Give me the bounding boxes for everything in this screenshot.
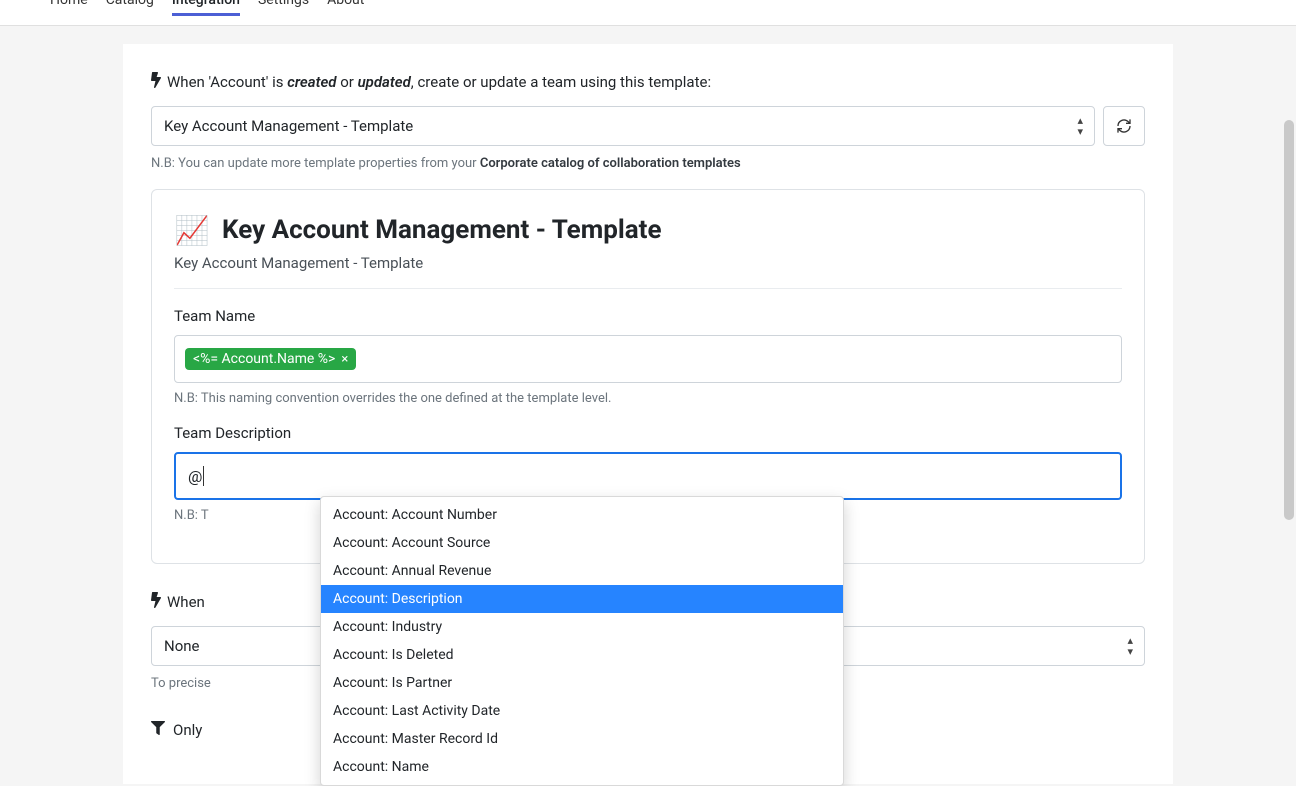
catalog-link[interactable]: Corporate catalog of collaboration templ… — [480, 156, 741, 171]
page-scrollbar[interactable] — [1284, 120, 1294, 520]
filter-icon — [151, 721, 165, 739]
trigger-sentence: When 'Account' is created or updated, cr… — [151, 72, 1145, 92]
template-select-value[interactable]: Key Account Management - Template — [151, 106, 1095, 146]
card-emoji-icon: 📈 — [174, 212, 210, 248]
team-name-nb: N.B: This naming convention overrides th… — [174, 391, 1122, 406]
dropdown-item[interactable]: Account: Industry — [321, 613, 843, 641]
tag-remove-icon[interactable]: × — [341, 352, 348, 367]
dropdown-item[interactable]: Account: Account Source — [321, 529, 843, 557]
card-subtitle: Key Account Management - Template — [174, 254, 1122, 289]
bolt-icon — [151, 592, 161, 612]
dropdown-item[interactable]: Account: Is Deleted — [321, 641, 843, 669]
dropdown-item[interactable]: Account: Master Record Id — [321, 725, 843, 753]
autocomplete-dropdown: Account: Account Number Account: Account… — [320, 496, 844, 786]
dropdown-item[interactable]: Account: Last Activity Date — [321, 697, 843, 725]
refresh-icon — [1116, 118, 1132, 134]
dropdown-item[interactable]: Account: Annual Revenue — [321, 557, 843, 585]
nav-settings[interactable]: Settings — [258, 0, 309, 12]
nav-home[interactable]: Home — [50, 0, 88, 12]
trigger2-text: When — [167, 593, 205, 611]
bolt-icon — [151, 72, 161, 92]
nav-integration[interactable]: Integration — [172, 0, 240, 12]
autocomplete-scroll[interactable]: Account: Account Number Account: Account… — [321, 501, 843, 781]
team-name-tag[interactable]: <%= Account.Name %> × — [185, 348, 356, 370]
tag-text: <%= Account.Name %> — [193, 351, 335, 367]
dropdown-item[interactable]: Account: Name — [321, 753, 843, 781]
team-description-label: Team Description — [174, 424, 1122, 442]
trigger-text: When 'Account' is created or updated, cr… — [167, 73, 711, 91]
nav-about[interactable]: About — [327, 0, 364, 12]
card-title: Key Account Management - Template — [222, 215, 662, 245]
only-text: Only — [173, 721, 202, 739]
team-name-input[interactable]: <%= Account.Name %> × — [174, 335, 1122, 383]
team-name-label: Team Name — [174, 307, 1122, 325]
dropdown-item[interactable]: Account: Is Partner — [321, 669, 843, 697]
team-description-input[interactable]: @ — [174, 452, 1122, 500]
refresh-button[interactable] — [1103, 106, 1145, 146]
caret-icon: ▴▾ — [1127, 635, 1133, 657]
dropdown-item[interactable]: Account: Account Number — [321, 501, 843, 529]
top-nav: Home Catalog Integration Settings About — [0, 0, 1296, 26]
nav-catalog[interactable]: Catalog — [106, 0, 154, 12]
nb-template-properties: N.B: You can update more template proper… — [151, 156, 1145, 171]
dropdown-item-highlighted[interactable]: Account: Description — [321, 585, 843, 613]
caret-icon: ▴▾ — [1077, 115, 1083, 137]
template-select[interactable]: Key Account Management - Template ▴▾ — [151, 106, 1095, 146]
